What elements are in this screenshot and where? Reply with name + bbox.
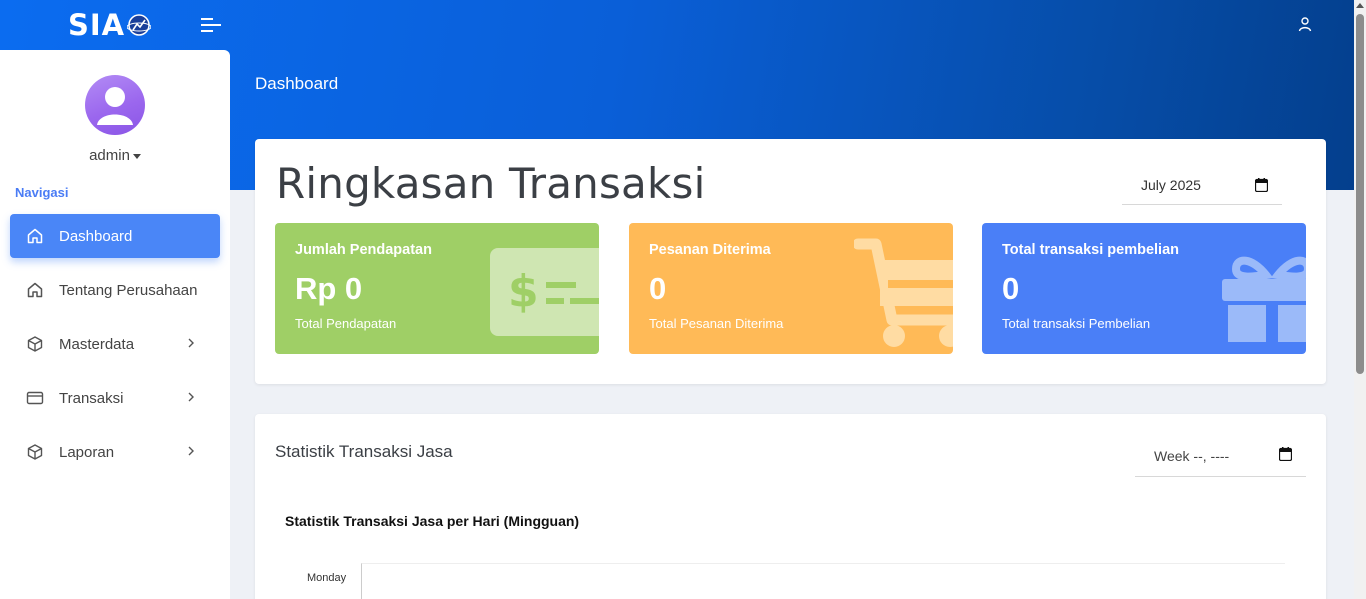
user-menu[interactable]: admin — [0, 147, 230, 164]
app-logo[interactable]: SIA — [68, 8, 152, 42]
week-value: Week --, ---- — [1154, 447, 1230, 464]
stat-value: 0 — [1002, 271, 1020, 306]
calendar-icon[interactable] — [1279, 447, 1292, 461]
week-input[interactable]: Week --, ---- — [1135, 435, 1306, 477]
menu-toggle-icon[interactable] — [201, 17, 221, 33]
cart-icon — [854, 238, 953, 347]
avatar[interactable] — [85, 75, 145, 135]
stat-sub: Total transaksi Pembelian — [1002, 316, 1151, 331]
home-icon — [26, 227, 44, 245]
sidebar-item-label: Masterdata — [59, 335, 135, 353]
sidebar-item-label: Transaksi — [59, 389, 124, 407]
svg-text:$: $ — [508, 266, 539, 317]
stat-value: 0 — [649, 271, 667, 306]
box-icon — [26, 443, 44, 461]
chart-title: Statistik Transaksi Jasa per Hari (Mingg… — [285, 513, 580, 529]
stat-label: Jumlah Pendapatan — [295, 242, 432, 258]
stat-sub: Total Pesanan Diterima — [649, 316, 784, 331]
stat-card-pesanan: Pesanan Diterima 0 Total Pesanan Diterim… — [629, 223, 953, 354]
month-input[interactable]: July 2025 — [1122, 166, 1282, 205]
summary-title: Ringkasan Transaksi — [276, 159, 706, 208]
stat-label: Total transaksi pembelian — [1002, 242, 1180, 258]
scrollbar[interactable] — [1354, 0, 1366, 599]
sidebar-item-label: Dashboard — [59, 227, 133, 245]
user-icon[interactable] — [1297, 16, 1313, 32]
gift-icon — [1222, 256, 1306, 342]
sidebar-item-transaksi[interactable]: Transaksi — [10, 376, 220, 420]
nav-heading: Navigasi — [15, 185, 69, 200]
caret-down-icon — [132, 153, 141, 159]
box-icon — [26, 335, 44, 353]
summary-card: Ringkasan Transaksi July 2025 $ Jumlah P… — [255, 139, 1326, 384]
calendar-icon[interactable] — [1255, 178, 1268, 192]
logo-text: SIA — [68, 8, 126, 42]
month-value: July 2025 — [1141, 177, 1201, 193]
stat-card-pembelian: Total transaksi pembelian 0 Total transa… — [982, 223, 1306, 354]
money-icon: $ — [490, 248, 599, 336]
chevron-right-icon — [188, 392, 194, 402]
username-label: admin — [89, 147, 130, 164]
statistik-card: Statistik Transaksi Jasa Week --, ---- S… — [255, 414, 1326, 599]
credit-card-icon — [26, 389, 44, 407]
stat-value: Rp 0 — [295, 271, 363, 306]
sidebar: admin Navigasi Dashboard Tentang Perusah… — [0, 50, 230, 599]
stat-label: Pesanan Diterima — [649, 242, 771, 258]
chart-plot-area — [361, 563, 1285, 599]
user-avatar-icon — [97, 87, 133, 125]
scroll-thumb[interactable] — [1356, 14, 1364, 374]
chevron-right-icon — [188, 446, 194, 456]
sidebar-item-masterdata[interactable]: Masterdata — [10, 322, 220, 366]
chart-tick-label: Monday — [307, 572, 347, 584]
statistik-title: Statistik Transaksi Jasa — [275, 442, 453, 461]
home-icon — [26, 281, 44, 299]
chevron-right-icon — [188, 338, 194, 348]
sidebar-item-label: Laporan — [59, 443, 115, 461]
scroll-up-arrow-icon[interactable] — [1356, 3, 1364, 8]
sidebar-item-dashboard[interactable]: Dashboard — [10, 214, 220, 258]
globe-icon — [127, 14, 152, 36]
sidebar-item-laporan[interactable]: Laporan — [10, 430, 220, 474]
page-title: Dashboard — [255, 74, 339, 93]
sidebar-item-label: Tentang Perusahaan — [59, 281, 198, 299]
stat-card-pendapatan: $ Jumlah Pendapatan Rp 0 Total Pendapata… — [275, 223, 599, 354]
sidebar-item-tentang-perusahaan[interactable]: Tentang Perusahaan — [10, 268, 220, 312]
stat-sub: Total Pendapatan — [295, 316, 397, 331]
